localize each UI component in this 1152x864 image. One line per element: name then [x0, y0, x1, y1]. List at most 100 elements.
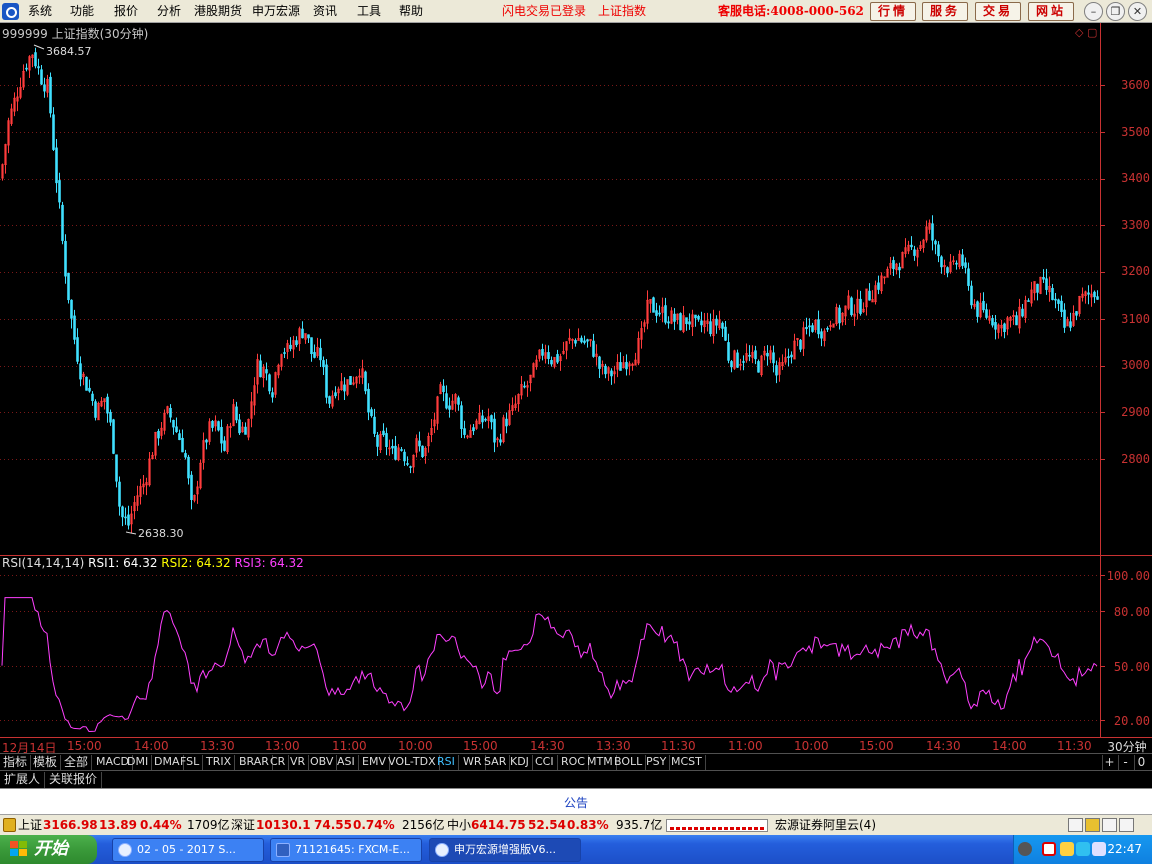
chat-icon[interactable]: [1060, 842, 1074, 856]
candle-body: [994, 322, 997, 330]
candle-body: [310, 337, 313, 355]
chart-corner-icons[interactable]: ◇ ▢: [1075, 26, 1097, 39]
tab-trade[interactable]: 交易: [975, 2, 1021, 21]
tab-rsi[interactable]: RSI: [434, 755, 459, 770]
menu-function[interactable]: 功能: [68, 3, 96, 20]
reset-indicator-button[interactable]: 0: [1134, 755, 1148, 770]
candle-body: [349, 375, 352, 385]
tab-cci[interactable]: CCI: [532, 755, 558, 770]
tab-market[interactable]: 行情: [870, 2, 916, 21]
candle-body: [484, 418, 487, 421]
candle-body: [910, 244, 913, 248]
menu-swhy[interactable]: 申万宏源: [250, 3, 302, 20]
candle-body: [79, 363, 82, 380]
tab-all[interactable]: 全部: [61, 755, 93, 770]
time-label: 14:30: [530, 739, 565, 753]
speaker-icon[interactable]: [1102, 818, 1117, 832]
tab-sar[interactable]: SAR: [481, 755, 511, 770]
shield-icon[interactable]: [1076, 842, 1090, 856]
sh-index-name[interactable]: 上证: [18, 818, 42, 833]
speaker-tray-icon[interactable]: [1092, 842, 1106, 856]
broker-server[interactable]: 宏源证券阿里云(4): [775, 818, 876, 833]
taskbar-item[interactable]: 02 - 05 - 2017 S...: [112, 838, 264, 862]
tab-mcst[interactable]: MCST: [668, 755, 706, 770]
candle-body: [490, 415, 493, 423]
tab-fsl[interactable]: FSL: [177, 755, 204, 770]
start-button[interactable]: 开始: [0, 835, 97, 864]
candle-body: [742, 361, 745, 363]
meter-segment: [670, 827, 674, 830]
rsi3-label: RSI3: 64.32: [234, 556, 304, 570]
lock-icon[interactable]: [3, 818, 16, 832]
menu-help[interactable]: 帮助: [397, 3, 425, 20]
tab-boll[interactable]: BOLL: [611, 755, 647, 770]
tab-service[interactable]: 服务: [922, 2, 968, 21]
tab-obv[interactable]: OBV: [307, 755, 338, 770]
candle-body: [391, 445, 394, 449]
indicator-tabs: 指标 模板 全部 MACD DMI DMA FSL TRIX BRAR CR V…: [0, 753, 1152, 770]
taskbar-item-active[interactable]: 申万宏源增强版V6...: [429, 838, 581, 862]
candle-body: [382, 430, 385, 436]
chart-area[interactable]: 999999 上证指数(30分钟) ◇ ▢ 3684.57 2638.30 36…: [0, 23, 1152, 737]
tab-extension[interactable]: 扩展人: [0, 772, 46, 788]
tab-indicator[interactable]: 指标: [0, 755, 32, 770]
tab-website[interactable]: 网站: [1028, 2, 1074, 21]
flash-trade-status[interactable]: 闪电交易已登录: [502, 3, 586, 20]
tab-cr[interactable]: CR: [267, 755, 290, 770]
remove-indicator-button[interactable]: -: [1118, 755, 1132, 770]
close-icon[interactable]: ✕: [1128, 2, 1147, 21]
tab-asi[interactable]: ASI: [334, 755, 359, 770]
zx-index-name[interactable]: 中小: [447, 818, 471, 833]
network-icon[interactable]: [1018, 842, 1032, 856]
tab-dmi[interactable]: DMI: [124, 755, 153, 770]
restore-icon[interactable]: ❐: [1106, 2, 1125, 21]
candle-body: [940, 256, 943, 268]
tab-related-quotes[interactable]: 关联报价: [45, 772, 103, 788]
rsi2-label: RSI2: 64.32: [161, 556, 231, 570]
candle-body: [34, 52, 37, 67]
sz-index-pct: 0.74%: [353, 818, 395, 832]
add-indicator-button[interactable]: +: [1102, 755, 1116, 770]
candle-body: [946, 267, 949, 274]
kline-chart[interactable]: [0, 23, 1152, 737]
tab-vr[interactable]: VR: [287, 755, 310, 770]
menu-tools[interactable]: 工具: [355, 3, 383, 20]
candle-body: [679, 313, 682, 331]
minimize-icon[interactable]: –: [1084, 2, 1103, 21]
taskbar-item[interactable]: 71121645: FXCM-E...: [270, 838, 422, 862]
app-logo-icon[interactable]: [2, 3, 19, 20]
candle-body: [43, 84, 46, 92]
zx-index-pct: 0.83%: [567, 818, 609, 832]
candle-body: [64, 240, 67, 277]
flash-index-label[interactable]: 上证指数: [598, 3, 646, 20]
service-hotline: 客服电话:4008-000-562: [718, 4, 864, 18]
menu-quote[interactable]: 报价: [112, 3, 140, 20]
sz-index-change: 74.55: [314, 818, 352, 832]
candle-body: [688, 321, 691, 325]
tab-vol-tdx[interactable]: VOL-TDX: [385, 755, 440, 770]
candle-body: [448, 405, 451, 410]
tab-psy[interactable]: PSY: [643, 755, 671, 770]
menu-system[interactable]: 系统: [26, 3, 54, 20]
candle-body: [817, 319, 820, 335]
menu-news[interactable]: 资讯: [311, 3, 339, 20]
candle-body: [715, 318, 718, 326]
window-icon[interactable]: [1068, 818, 1083, 832]
timeframe-selector[interactable]: 30分钟: [1102, 738, 1152, 754]
menu-analysis[interactable]: 分析: [155, 3, 183, 20]
lock-tray-icon[interactable]: [1085, 818, 1100, 832]
notice-link[interactable]: 公告: [0, 794, 1152, 811]
candle-body: [481, 415, 484, 423]
rsi-name: RSI(14,14,14): [2, 556, 85, 570]
low-label: 2638.30: [138, 527, 184, 540]
meter-segment: [706, 827, 710, 830]
settings-icon[interactable]: [1119, 818, 1134, 832]
tab-trix[interactable]: TRIX: [203, 755, 236, 770]
menu-hk-futures[interactable]: 港股期货: [192, 3, 244, 20]
candle-body: [934, 240, 937, 245]
redcross-icon[interactable]: [1042, 842, 1056, 856]
candle-body: [970, 285, 973, 306]
tab-kdj[interactable]: KDJ: [507, 755, 533, 770]
sz-index-name[interactable]: 深证: [231, 818, 255, 833]
tab-template[interactable]: 模板: [30, 755, 62, 770]
